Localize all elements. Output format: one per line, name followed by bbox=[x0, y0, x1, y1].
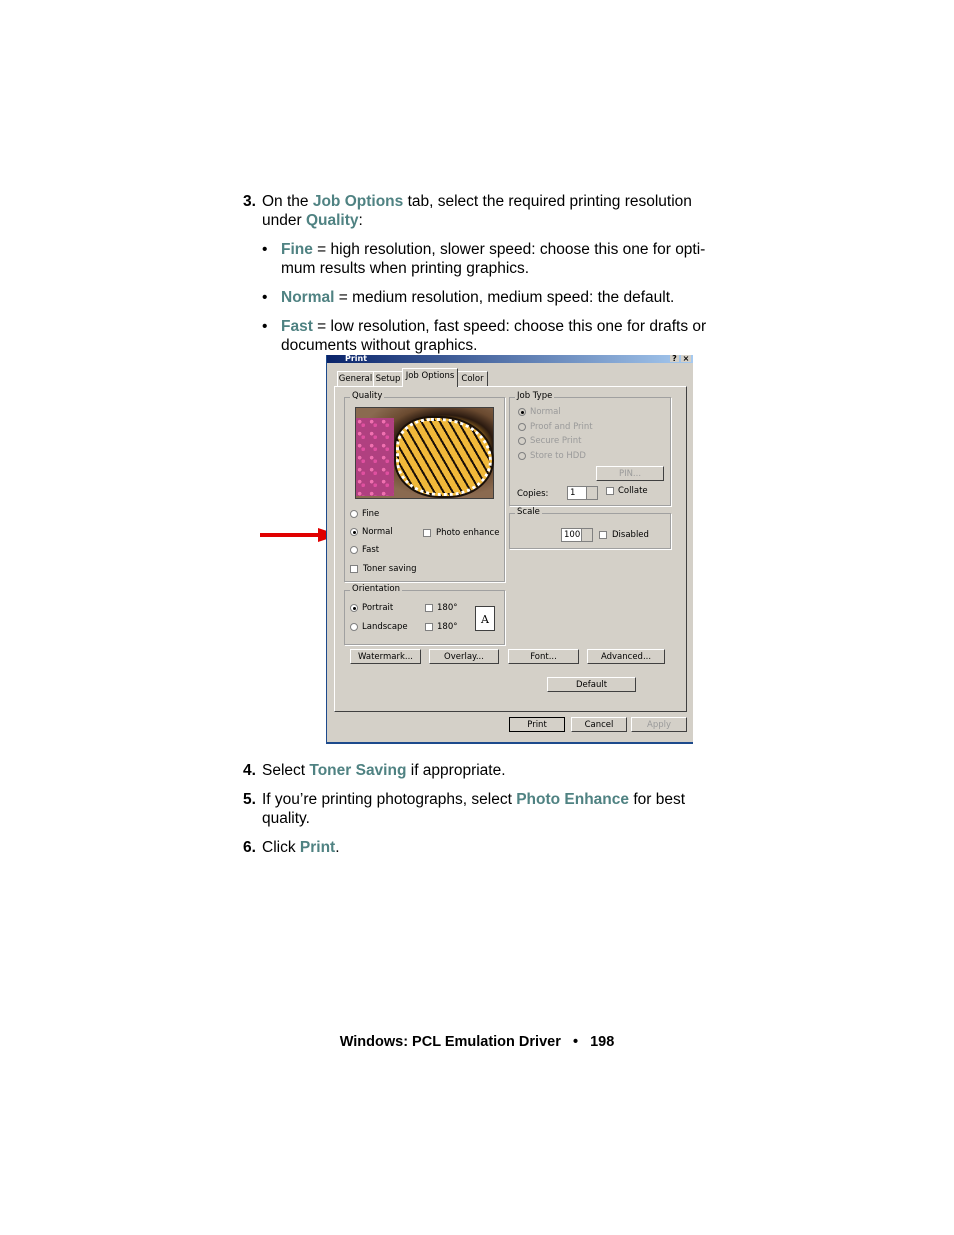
landscape-180-checkbox[interactable] bbox=[425, 623, 433, 631]
landscape-label: Landscape bbox=[362, 622, 408, 632]
scale-disabled-label: Disabled bbox=[612, 530, 649, 540]
step-4: 4. Select Toner Saving if appropriate. bbox=[243, 762, 506, 779]
photo-enhance-label: Photo enhance bbox=[436, 528, 500, 538]
document-page: 3. On the Job Options tab, select the re… bbox=[0, 0, 954, 1235]
tab-setup[interactable]: Setup bbox=[373, 371, 403, 386]
footer-title: Windows: PCL Emulation Driver bbox=[339, 1034, 561, 1050]
bullet-fast: • Fast = low resolution, fast speed: cho… bbox=[262, 318, 707, 354]
quality-preview-image bbox=[355, 407, 494, 499]
store-hdd-radio[interactable] bbox=[518, 452, 526, 460]
step-5: 5. If you’re printing photographs, selec… bbox=[243, 791, 686, 827]
proof-print-radio[interactable] bbox=[518, 423, 526, 431]
normal-label: Normal bbox=[362, 527, 393, 537]
jobtype-normal-radio[interactable] bbox=[518, 408, 526, 416]
fast-radio[interactable] bbox=[350, 546, 358, 554]
secure-print-radio[interactable] bbox=[518, 437, 526, 445]
portrait-radio[interactable] bbox=[350, 604, 358, 612]
cancel-button[interactable]: Cancel bbox=[571, 717, 627, 732]
portrait-180-label: 180° bbox=[437, 603, 458, 613]
scale-disabled-checkbox[interactable] bbox=[599, 531, 607, 539]
fine-label: Fine bbox=[362, 509, 380, 519]
butterfly-image bbox=[394, 416, 494, 498]
page-number: 198 bbox=[590, 1034, 615, 1050]
advanced-button[interactable]: Advanced... bbox=[587, 649, 665, 664]
tab-general[interactable]: General bbox=[337, 371, 374, 386]
secure-print-label: Secure Print bbox=[530, 436, 582, 446]
portrait-label: Portrait bbox=[362, 603, 394, 613]
font-button[interactable]: Font... bbox=[508, 649, 579, 664]
apply-button[interactable]: Apply bbox=[631, 717, 687, 732]
spinner-arrows-icon[interactable] bbox=[586, 487, 597, 499]
fine-radio[interactable] bbox=[350, 510, 358, 518]
fast-label: Fast bbox=[362, 545, 380, 555]
page-footer: Windows: PCL Emulation Driver • 198 bbox=[339, 1034, 615, 1050]
step-6: 6. Click Print. bbox=[243, 839, 340, 856]
tab-job-options[interactable]: Job Options bbox=[402, 368, 458, 387]
help-button[interactable]: ? bbox=[670, 355, 679, 363]
spinner-arrows-icon[interactable] bbox=[581, 529, 592, 541]
print-button[interactable]: Print bbox=[509, 717, 565, 732]
jobtype-normal-label: Normal bbox=[530, 407, 561, 417]
term-print: Print bbox=[299, 839, 336, 856]
term-quality: Quality bbox=[305, 212, 359, 229]
bullet-fine: • Fine = high resolution, slower speed: … bbox=[262, 241, 706, 277]
landscape-radio[interactable] bbox=[350, 623, 358, 631]
portrait-180-checkbox[interactable] bbox=[425, 604, 433, 612]
photo-enhance-checkbox[interactable] bbox=[423, 529, 431, 537]
close-button[interactable]: × bbox=[681, 355, 691, 363]
collate-checkbox[interactable] bbox=[606, 487, 614, 495]
dialog-titlebar: Print ? × bbox=[327, 355, 693, 363]
collate-label: Collate bbox=[618, 486, 648, 496]
store-hdd-label: Store to HDD bbox=[530, 451, 586, 461]
copies-spinbox[interactable]: 1 bbox=[567, 486, 598, 500]
proof-print-label: Proof and Print bbox=[530, 422, 593, 432]
term-photo-enhance: Photo Enhance bbox=[516, 791, 630, 808]
toner-saving-checkbox[interactable] bbox=[350, 565, 358, 573]
toner-saving-label: Toner saving bbox=[363, 564, 417, 574]
default-button[interactable]: Default bbox=[547, 677, 636, 692]
page-orientation-icon: A bbox=[475, 606, 495, 631]
scale-spinbox[interactable]: 100 bbox=[561, 528, 593, 542]
flowers-image bbox=[356, 418, 394, 496]
tab-color[interactable]: Color bbox=[457, 371, 488, 386]
term-job-options: Job Options bbox=[312, 193, 404, 210]
print-dialog: Print ? × General Setup Job Options Colo… bbox=[326, 355, 693, 744]
overlay-button[interactable]: Overlay... bbox=[429, 649, 499, 664]
bullet-normal: • Normal = medium resolution, medium spe… bbox=[262, 289, 675, 306]
step-3: 3. On the Job Options tab, select the re… bbox=[243, 193, 692, 229]
term-toner-saving: Toner Saving bbox=[309, 762, 407, 779]
watermark-button[interactable]: Watermark... bbox=[350, 649, 421, 664]
normal-radio[interactable] bbox=[350, 528, 358, 536]
copies-label: Copies: bbox=[517, 489, 549, 499]
landscape-180-label: 180° bbox=[437, 622, 458, 632]
pin-button[interactable]: PIN... bbox=[596, 466, 664, 481]
